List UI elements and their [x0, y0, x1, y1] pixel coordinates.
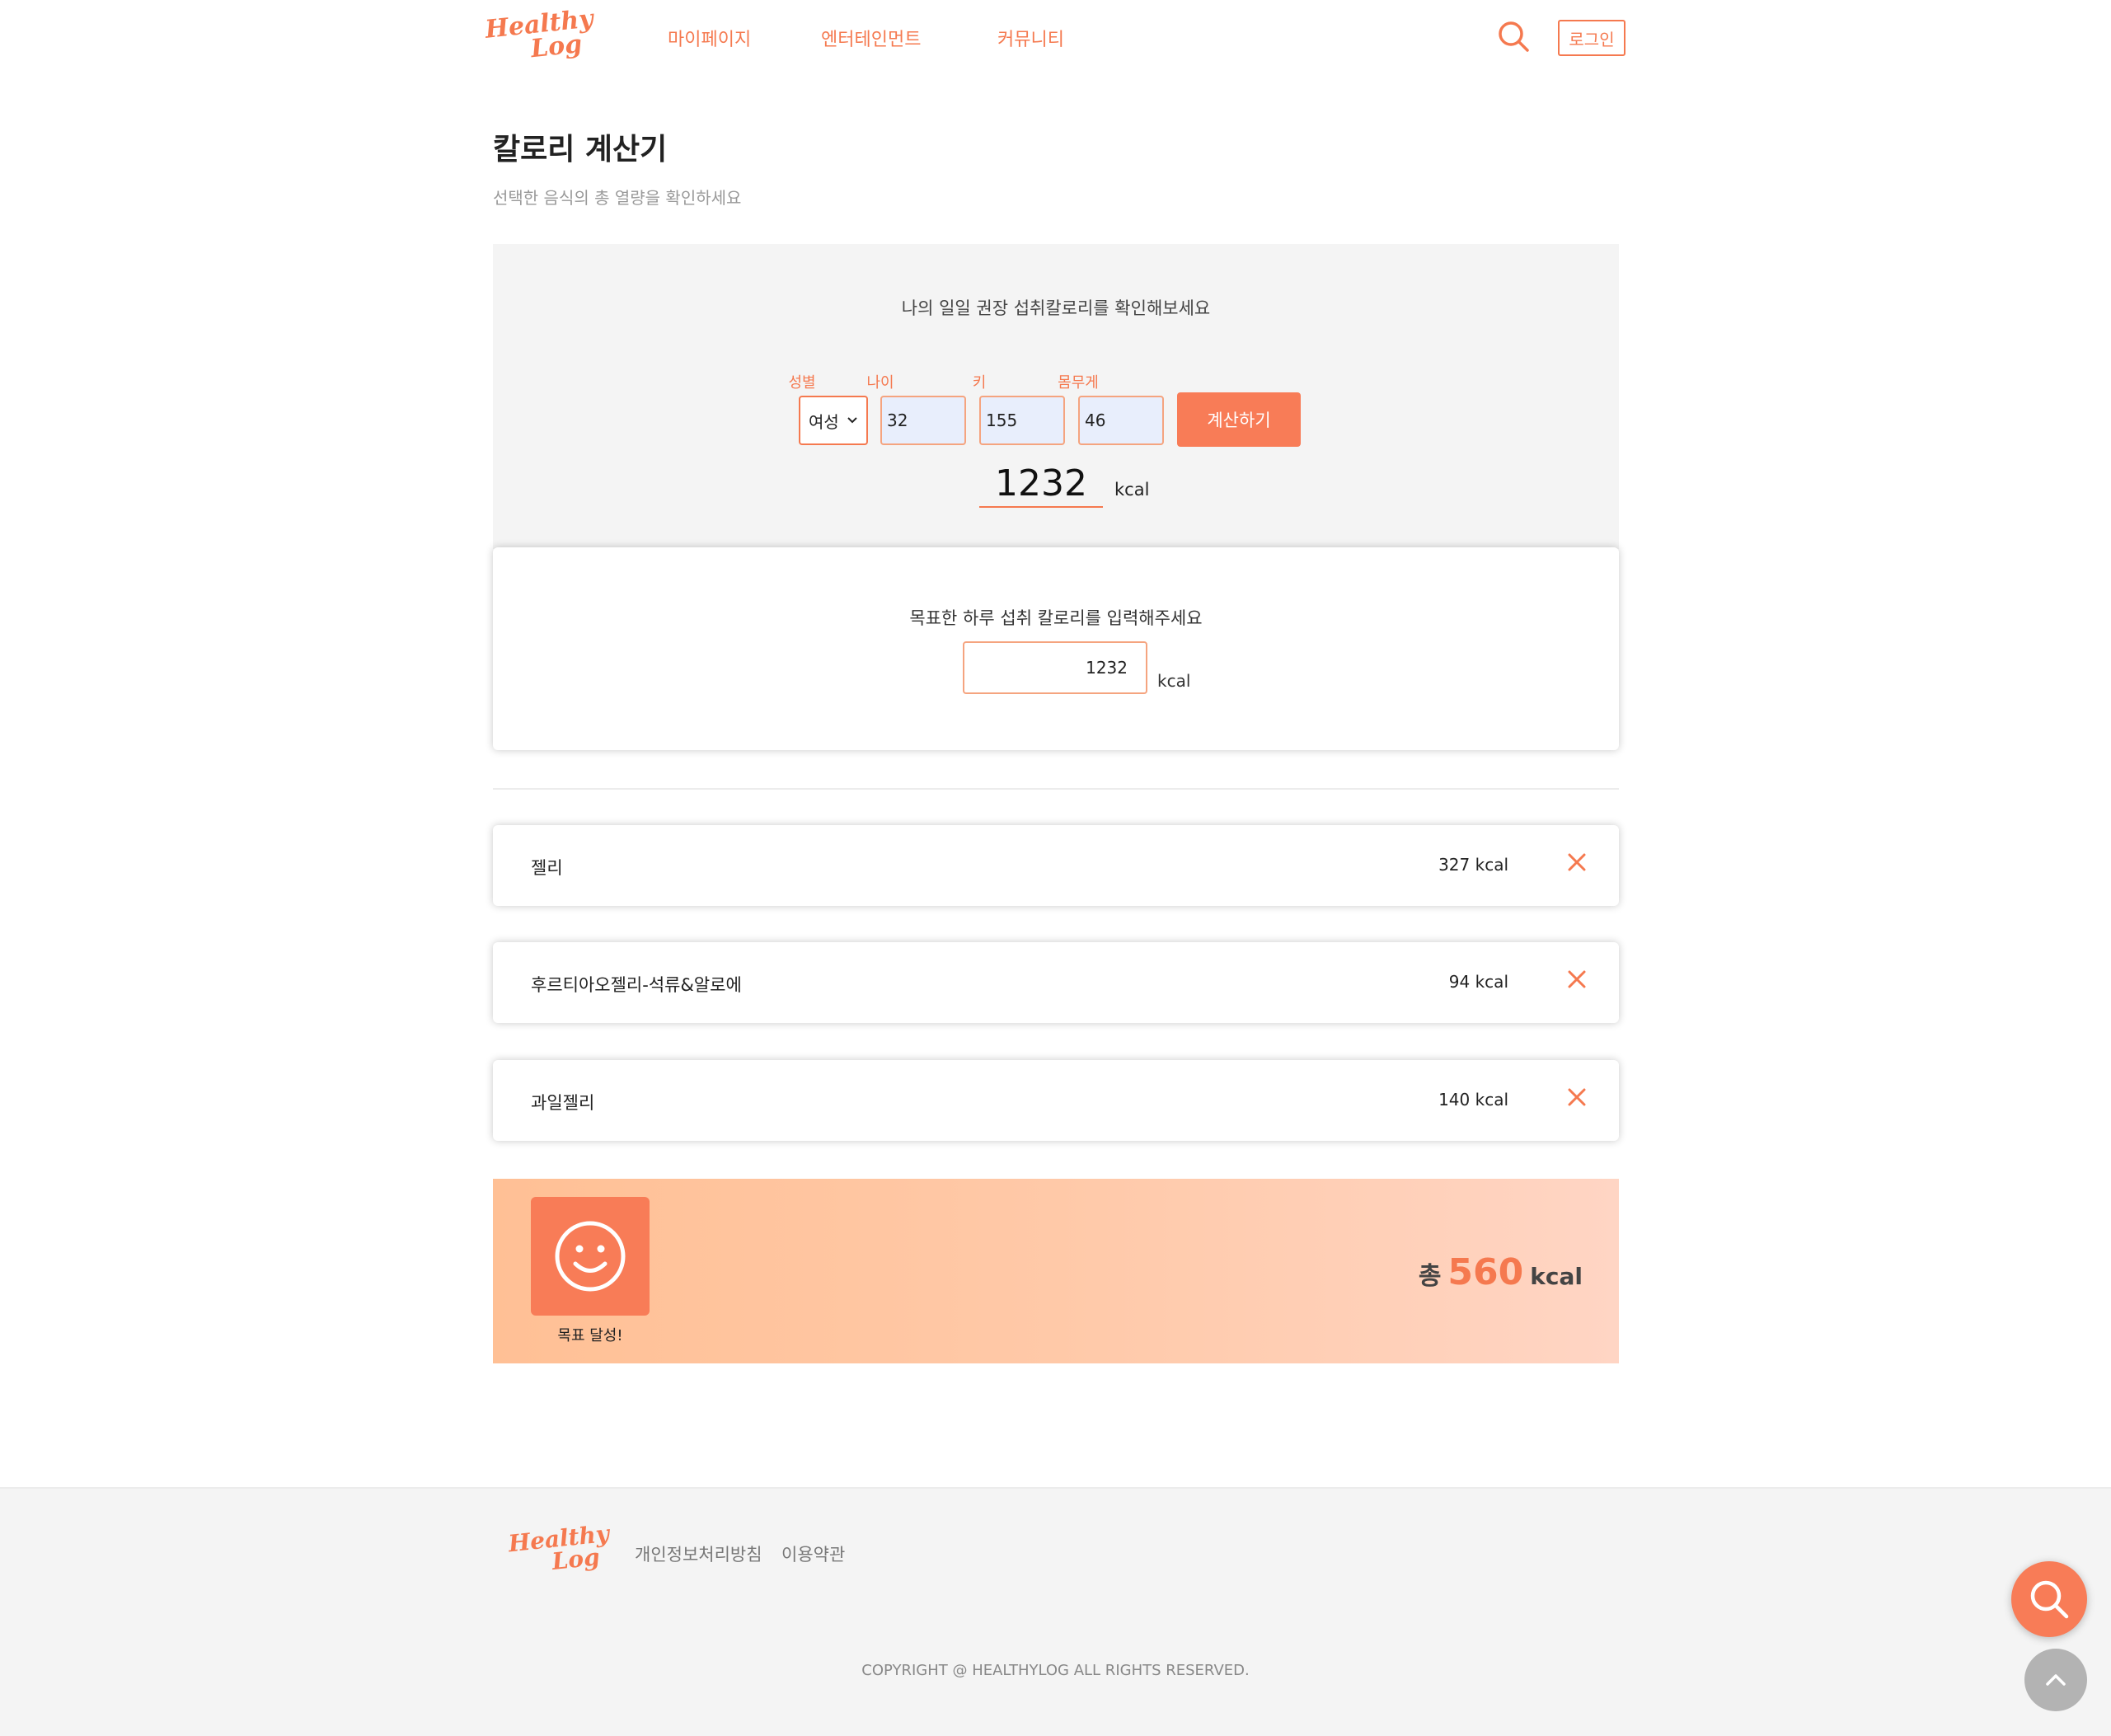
food-item: 젤리 327 kcal: [493, 825, 1619, 906]
site-header: Healthy Log 마이페이지 엔터테인먼트 커뮤니티 로그인: [0, 0, 2111, 76]
target-calorie-input[interactable]: 1232: [963, 641, 1147, 694]
food-calories: 327 kcal: [1438, 855, 1508, 875]
food-name: 후르티아오젤리-석류&알로에: [531, 975, 742, 995]
page-subtitle: 선택한 음식의 총 열량을 확인하세요: [493, 188, 742, 208]
food-calories: 94 kcal: [1448, 972, 1508, 992]
recommended-calorie-value: 1232: [979, 460, 1103, 508]
scroll-to-top-button[interactable]: [2024, 1649, 2087, 1711]
height-label: 키: [972, 374, 987, 392]
gender-select-value: 여성: [809, 411, 839, 432]
total-unit: kcal: [1530, 1263, 1583, 1290]
total-label: 총: [1418, 1262, 1442, 1291]
nav-community[interactable]: 커뮤니티: [997, 25, 1064, 51]
food-name: 젤리: [531, 858, 563, 878]
calculate-button[interactable]: 계산하기: [1177, 392, 1301, 447]
copyright: COPYRIGHT @ HEALTHYLOG ALL RIGHTS RESERV…: [861, 1662, 1250, 1679]
food-item: 과일젤리 140 kcal: [493, 1060, 1619, 1141]
gender-select[interactable]: 여성: [799, 396, 868, 445]
food-item: 후르티아오젤리-석류&알로에 94 kcal: [493, 942, 1619, 1023]
search-icon: [2030, 1580, 2069, 1619]
target-calorie-unit: kcal: [1157, 671, 1191, 691]
close-icon[interactable]: [1566, 1086, 1588, 1108]
weight-input[interactable]: 46: [1078, 396, 1164, 445]
total-calories: 총 560 kcal: [1419, 1251, 1583, 1293]
gender-label: 성별: [788, 374, 816, 392]
target-calorie-card: 목표한 하루 섭취 칼로리를 입력해주세요 1232 kcal: [493, 547, 1619, 750]
age-input[interactable]: 32: [880, 396, 966, 445]
chevron-down-icon: [847, 417, 857, 424]
page-title: 칼로리 계산기: [493, 133, 668, 167]
search-icon[interactable]: [1497, 20, 1530, 53]
weight-label: 몸무게: [1058, 374, 1099, 392]
section-divider: [493, 788, 1619, 790]
smiley-icon: [531, 1197, 650, 1316]
food-calories: 140 kcal: [1438, 1090, 1508, 1110]
food-name: 과일젤리: [531, 1093, 595, 1113]
floating-search-button[interactable]: [2011, 1561, 2087, 1637]
chevron-up-icon: [2046, 1674, 2066, 1686]
recommended-calorie-unit: kcal: [1114, 480, 1150, 500]
height-input[interactable]: 155: [979, 396, 1065, 445]
target-calorie-heading: 목표한 하루 섭취 칼로리를 입력해주세요: [909, 608, 1203, 628]
close-icon[interactable]: [1566, 852, 1588, 873]
goal-status-label: 목표 달성!: [557, 1327, 623, 1344]
site-footer: Healthy Log 개인정보처리방침 이용약관 COPYRIGHT @ HE…: [0, 1487, 2111, 1736]
age-label: 나이: [866, 374, 894, 392]
close-icon[interactable]: [1566, 969, 1588, 990]
login-button[interactable]: 로그인: [1558, 20, 1625, 56]
site-logo[interactable]: Healthy Log: [484, 4, 597, 65]
nav-mypage[interactable]: 마이페이지: [668, 25, 751, 51]
nav-entertainment[interactable]: 엔터테인먼트: [821, 25, 921, 51]
terms-link[interactable]: 이용약관: [781, 1541, 845, 1566]
recommended-calorie-heading: 나의 일일 권장 섭취칼로리를 확인해보세요: [901, 298, 1211, 318]
footer-logo[interactable]: Healthy Log: [507, 1520, 612, 1578]
privacy-policy-link[interactable]: 개인정보처리방침: [635, 1541, 762, 1566]
total-value: 560: [1447, 1251, 1524, 1293]
recommended-calorie-panel: 나의 일일 권장 섭취칼로리를 확인해보세요 성별 나이 키 몸무게 여성 32…: [493, 244, 1619, 549]
calorie-summary: 목표 달성! 총 560 kcal: [493, 1179, 1619, 1363]
